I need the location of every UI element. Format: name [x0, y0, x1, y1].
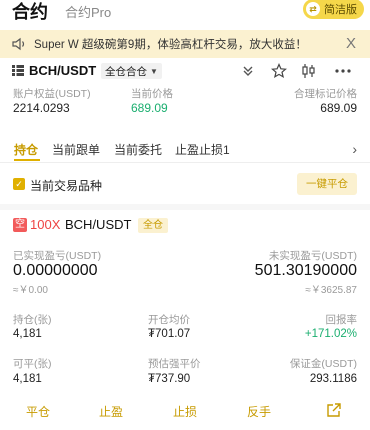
- candlestick-icon: [302, 64, 315, 78]
- realized-pnl-label: 已实现盈亏(USDT): [13, 250, 102, 262]
- leverage-value: 100X: [30, 217, 61, 232]
- tab-copy-orders[interactable]: 当前跟单: [52, 141, 100, 158]
- simple-mode-button[interactable]: ⇄ 简洁版: [303, 0, 364, 19]
- favorite-button[interactable]: [270, 62, 288, 80]
- collapse-button[interactable]: [239, 62, 257, 80]
- current-price-value: 689.09: [131, 101, 168, 115]
- roe-value: +171.02%: [304, 328, 357, 340]
- margin-label: 保证金(USDT): [289, 358, 357, 370]
- more-dots-icon: [335, 69, 351, 73]
- equity-value: 2214.0293: [13, 101, 70, 115]
- banner-text: Super W 超级碗第9期，体验高杠杆交易，放大收益！: [34, 39, 307, 51]
- tab-contract[interactable]: 合约: [12, 0, 48, 24]
- equity-label: 账户权益(USDT): [13, 88, 91, 100]
- close-banner-button[interactable]: X: [346, 35, 356, 52]
- margin-value: 293.1186: [309, 373, 357, 385]
- mark-price-value: 689.09: [320, 101, 357, 115]
- current-symbol-label: 当前交易品种: [30, 179, 103, 193]
- filter-row: ✓ 当前交易品种 一键平仓: [0, 173, 370, 195]
- holding-label: 持仓(张): [13, 314, 52, 326]
- position-tabs: 持仓 当前跟单 当前委托 止盈止损1 ›: [0, 137, 370, 161]
- speaker-icon: [12, 37, 25, 51]
- margin-mode-label: 全仓合仓: [105, 65, 147, 78]
- active-tab-indicator: [14, 159, 40, 161]
- star-icon: [271, 63, 287, 79]
- realized-pnl-cny: ≈￥0.00: [13, 285, 48, 296]
- swap-icon: ⇄: [306, 2, 320, 16]
- simple-mode-label: 简洁版: [324, 4, 357, 16]
- position-header: 空 100X BCH/USDT 全仓: [0, 216, 370, 236]
- top-bar: 合约 合约Pro ⇄ 简洁版: [0, 0, 370, 22]
- tab-contract-pro[interactable]: 合约Pro: [65, 2, 111, 21]
- position-actions: 平仓 止盈 止损 反手: [0, 400, 370, 422]
- open-avg-value: ₮701.07: [148, 328, 191, 340]
- mark-price-label: 合理标记价格: [294, 88, 357, 100]
- pair-selector[interactable]: BCH/USDT: [29, 63, 96, 78]
- open-avg-label: 开仓均价: [148, 314, 190, 326]
- kline-chart-button[interactable]: [300, 62, 318, 80]
- menu-grid-icon[interactable]: [12, 65, 24, 76]
- more-button[interactable]: [334, 62, 352, 80]
- double-chevron-down-icon: [243, 66, 253, 76]
- current-symbol-checkbox[interactable]: ✓: [13, 178, 25, 190]
- unrealized-pnl-label: 未实现盈亏(USDT): [268, 250, 357, 262]
- reverse-button[interactable]: 反手: [234, 403, 284, 420]
- unrealized-pnl-value: 501.30190000: [254, 262, 357, 279]
- liq-price-value: ₮737.90: [148, 373, 191, 385]
- close-all-button[interactable]: 一键平仓: [297, 173, 357, 195]
- close-position-button[interactable]: 平仓: [13, 403, 63, 420]
- holding-value: 4,181: [13, 328, 42, 340]
- caret-down-icon: ▼: [150, 66, 158, 76]
- closable-value: 4,181: [13, 373, 42, 385]
- tab-open-orders[interactable]: 当前委托: [114, 141, 162, 158]
- roe-label: 回报率: [325, 314, 358, 326]
- promo-banner[interactable]: Super W 超级碗第9期，体验高杠杆交易，放大收益！ X: [0, 30, 370, 58]
- tab-tp-sl[interactable]: 止盈止损1: [175, 141, 230, 158]
- unrealized-pnl-cny: ≈￥3625.87: [305, 285, 357, 296]
- tab-positions[interactable]: 持仓: [14, 141, 38, 158]
- closable-label: 可平(张): [13, 358, 52, 370]
- short-badge: 空: [13, 218, 27, 232]
- margin-mode-tag: 全仓: [138, 218, 168, 233]
- section-divider: [0, 204, 370, 210]
- chevron-right-icon[interactable]: ›: [352, 141, 357, 157]
- position-pair: BCH/USDT: [65, 217, 132, 232]
- divider: [0, 162, 370, 163]
- realized-pnl-value: 0.00000000: [13, 262, 98, 279]
- stop-loss-button[interactable]: 止损: [160, 403, 210, 420]
- take-profit-button[interactable]: 止盈: [86, 403, 136, 420]
- current-price-label: 当前价格: [131, 88, 173, 100]
- liq-price-label: 预估强平价: [148, 358, 201, 370]
- share-icon[interactable]: [326, 402, 342, 418]
- pair-header: BCH/USDT 全仓合仓 ▼: [0, 60, 370, 82]
- margin-mode-selector[interactable]: 全仓合仓 ▼: [101, 63, 162, 79]
